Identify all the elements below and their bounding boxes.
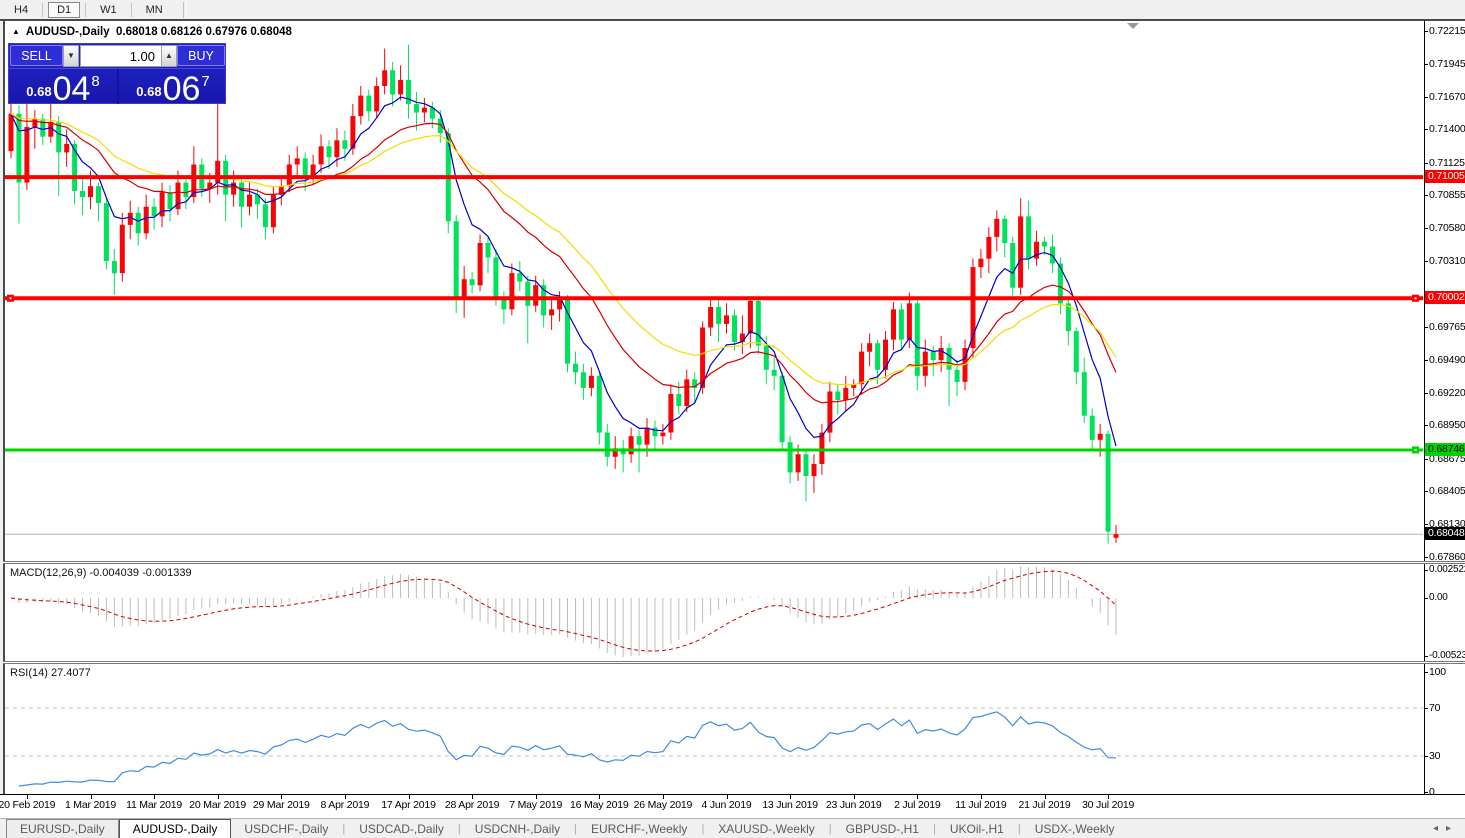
toolbar-separator — [42, 3, 43, 17]
tab-scroll-right-icon[interactable]: ▸ — [1446, 823, 1459, 834]
price-axis-tick: 0.68950 — [1429, 419, 1465, 431]
macd-indicator-pane[interactable] — [5, 564, 1424, 661]
rsi-label: RSI(14) 27.4077 — [10, 667, 91, 679]
timeframe-button-w1[interactable]: W1 — [91, 2, 126, 18]
chart-header: ▲ AUDUSD-,Daily 0.68018 0.68126 0.67976 0… — [12, 26, 292, 38]
price-level-label: 0.68746 — [1425, 443, 1465, 456]
chart-tab-usdx[interactable]: USDX-,Weekly — [1022, 820, 1128, 838]
chart-window-border — [0, 19, 1465, 21]
macd-axis-tick: 0.002522 — [1429, 564, 1465, 575]
chart-tab-eurchf[interactable]: EURCHF-,Weekly — [578, 820, 700, 838]
rsi-axis-tick: 70 — [1429, 702, 1440, 714]
date-axis-label: 29 Mar 2019 — [246, 799, 316, 811]
rsi-axis-tick: 30 — [1429, 750, 1440, 762]
chart-tab-xauusd[interactable]: XAUUSD-,Weekly — [705, 820, 827, 838]
tab-scroll-arrows: ◂▸ — [1433, 823, 1459, 834]
macd-axis-tick: 0.00 — [1429, 592, 1448, 603]
date-axis-label: 2 Jul 2019 — [882, 799, 952, 811]
timeframe-button-h4[interactable]: H4 — [5, 2, 37, 18]
price-axis-tick: 0.69490 — [1429, 354, 1465, 366]
date-axis-label: 11 Jul 2019 — [946, 799, 1016, 811]
timeframe-button-d1[interactable]: D1 — [48, 2, 80, 18]
date-axis-label: 30 Jul 2019 — [1073, 799, 1143, 811]
date-axis-label: 20 Mar 2019 — [183, 799, 253, 811]
date-axis-label: 16 May 2019 — [564, 799, 634, 811]
price-axis[interactable]: 0.72215 0.71945 0.71670 0.71400 0.71125 0.708… — [1424, 21, 1465, 794]
trade-controls-row: SELL ▼ ▲ BUY — [9, 44, 225, 69]
price-level-label: 0.68048 — [1425, 527, 1465, 540]
date-axis-label: 4 Jun 2019 — [692, 799, 762, 811]
macd-axis-tick: -0.005234 — [1429, 650, 1465, 661]
sell-button[interactable]: SELL — [10, 45, 63, 66]
chart-ohlc-values: 0.68018 0.68126 0.67976 0.68048 — [116, 26, 292, 38]
chart-tab-audusd[interactable]: AUDUSD-,Daily — [119, 819, 232, 838]
sell-price-prefix: 0.68 — [26, 84, 51, 99]
pane-divider[interactable] — [3, 661, 1465, 664]
chart-tab-usdcnh[interactable]: USDCNH-,Daily — [462, 820, 573, 838]
volume-decrease-button[interactable]: ▼ — [63, 45, 79, 67]
trading-terminal: H4 D1 W1 MN ▲ AUDUSD-,Daily 0.68018 0.68126 … — [0, 0, 1465, 838]
pane-divider[interactable] — [3, 561, 1465, 564]
chart-tab-usdchf[interactable]: USDCHF-,Daily — [231, 820, 341, 838]
date-axis-label: 20 Feb 2019 — [0, 799, 62, 811]
toolbar-separator — [131, 3, 132, 17]
price-axis-tick: 0.70310 — [1429, 255, 1465, 267]
trade-prices-row: 0.68 04 8 0.68 06 7 — [9, 69, 227, 104]
price-level-label: 0.70002 — [1425, 291, 1465, 304]
price-axis-tick: 0.68405 — [1429, 485, 1465, 497]
volume-increase-button[interactable]: ▲ — [161, 45, 177, 67]
price-axis-tick: 0.70580 — [1429, 222, 1465, 234]
date-axis-label: 13 Jun 2019 — [755, 799, 825, 811]
buy-button[interactable]: BUY — [177, 45, 225, 66]
chart-tab-bar: EURUSD-,DailyAUDUSD-,DailyUSDCHF-,Daily|… — [0, 818, 1465, 838]
tab-scroll-left-icon[interactable]: ◂ — [1433, 823, 1446, 834]
up-triangle-icon: ▲ — [12, 27, 20, 36]
timeframe-toolbar: H4 D1 W1 MN — [0, 0, 1465, 19]
buy-price-big: 06 — [163, 76, 201, 102]
date-axis-label: 21 Jul 2019 — [1010, 799, 1080, 811]
timeframe-button-mn[interactable]: MN — [137, 2, 172, 18]
sell-price-sup: 8 — [91, 73, 99, 90]
buy-price-sup: 7 — [201, 73, 209, 90]
price-axis-tick: 0.69220 — [1429, 387, 1465, 399]
sell-price-display[interactable]: 0.68 04 8 — [9, 69, 117, 104]
one-click-trading-panel: SELL ▼ ▲ BUY 0.68 04 8 0.68 06 7 — [8, 43, 226, 104]
date-axis-label: 23 Jun 2019 — [819, 799, 889, 811]
date-axis-label: 1 Mar 2019 — [56, 799, 126, 811]
buy-price-prefix: 0.68 — [136, 84, 161, 99]
rsi-axis-tick: 100 — [1429, 666, 1446, 678]
date-axis-label: 7 May 2019 — [501, 799, 571, 811]
price-axis-tick: 0.69765 — [1429, 321, 1465, 333]
date-axis-label: 17 Apr 2019 — [374, 799, 444, 811]
volume-input[interactable] — [80, 45, 162, 67]
toolbar-groove — [183, 2, 187, 18]
date-axis[interactable]: 20 Feb 20191 Mar 201911 Mar 201920 Mar 2… — [0, 794, 1465, 818]
rsi-indicator-pane[interactable] — [5, 664, 1424, 794]
buy-price-display[interactable]: 0.68 06 7 — [119, 69, 227, 104]
date-axis-label: 26 May 2019 — [628, 799, 698, 811]
price-axis-tick: 0.71670 — [1429, 91, 1465, 103]
chart-window-border-left — [3, 21, 5, 794]
toolbar-separator — [85, 3, 86, 17]
price-level-label: 0.71005 — [1425, 170, 1465, 183]
chart-tab-gbpusd[interactable]: GBPUSD-,H1 — [833, 820, 932, 838]
chart-tab-ukoil[interactable]: UKOil-,H1 — [937, 820, 1017, 838]
price-axis-tick: 0.71400 — [1429, 123, 1465, 135]
chart-tab-usdcad[interactable]: USDCAD-,Daily — [346, 820, 457, 838]
macd-label: MACD(12,26,9) -0.004039 -0.001339 — [10, 567, 192, 579]
date-axis-label: 11 Mar 2019 — [119, 799, 189, 811]
chart-tab-eurusd[interactable]: EURUSD-,Daily — [6, 819, 119, 838]
price-axis-tick: 0.71945 — [1429, 58, 1465, 70]
date-axis-label: 28 Apr 2019 — [437, 799, 507, 811]
price-axis-tick: 0.72215 — [1429, 25, 1465, 37]
price-axis-tick: 0.71125 — [1429, 157, 1465, 169]
chart-symbol-label: AUDUSD-,Daily — [26, 26, 110, 38]
price-axis-tick: 0.70855 — [1429, 189, 1465, 201]
date-axis-label: 8 Apr 2019 — [310, 799, 380, 811]
sell-price-big: 04 — [53, 76, 91, 102]
